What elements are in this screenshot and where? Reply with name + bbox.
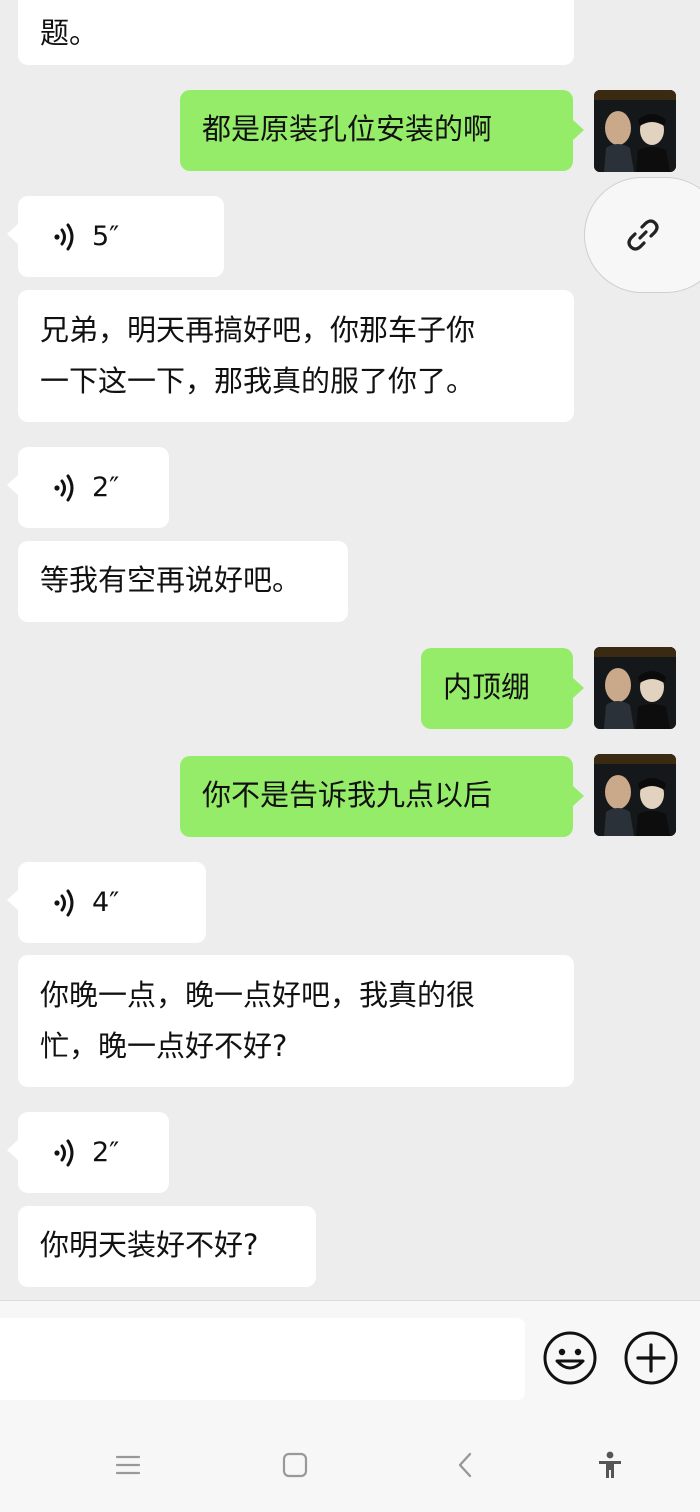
message-received[interactable]: 你明天装好不好? — [18, 1206, 316, 1287]
message-sent[interactable]: 内顶绷 — [421, 648, 584, 729]
voice-message[interactable]: 2″ — [7, 1112, 169, 1193]
avatar[interactable] — [594, 754, 676, 836]
message-text-line: 忙，晚一点好不好? — [40, 1029, 288, 1063]
message-input[interactable] — [0, 1318, 525, 1400]
voice-wave-icon — [54, 223, 74, 250]
voice-wave-icon — [54, 474, 74, 501]
voice-duration: 5″ — [92, 221, 120, 252]
home-icon[interactable] — [272, 1442, 318, 1488]
message-text: 题。 — [40, 16, 99, 50]
message-sent[interactable]: 都是原装孔位安装的啊 — [180, 90, 584, 171]
voice-wave-icon — [54, 889, 74, 916]
message-sent[interactable]: 你不是告诉我九点以后 — [180, 756, 584, 837]
voice-duration: 4″ — [92, 887, 120, 918]
menu-icon[interactable] — [105, 1442, 151, 1488]
link-icon — [627, 219, 659, 251]
message-text-line: 你晚一点，晚一点好吧，我真的很 — [40, 978, 476, 1012]
back-icon[interactable] — [442, 1442, 488, 1488]
link-button[interactable] — [584, 177, 700, 293]
message-text: 都是原装孔位安装的啊 — [202, 112, 493, 146]
message-text: 你明天装好不好? — [40, 1228, 259, 1262]
message-text: 等我有空再说好吧。 — [40, 563, 302, 597]
voice-duration: 2″ — [92, 1137, 120, 1168]
message-received[interactable]: 题。 — [18, 0, 574, 65]
emoji-icon[interactable] — [543, 1331, 597, 1385]
input-bar — [0, 1300, 700, 1415]
voice-wave-icon — [54, 1139, 74, 1166]
chat-area[interactable]: 题。 都是原装孔位安装的啊 5″ 兄弟，明天再搞好吧，你那车子你 一下这一下，那… — [0, 0, 700, 1300]
message-text: 你不是告诉我九点以后 — [202, 778, 493, 812]
voice-duration: 2″ — [92, 472, 120, 503]
system-nav-bar — [0, 1414, 700, 1512]
message-text: 内顶绷 — [443, 670, 531, 704]
message-received[interactable]: 等我有空再说好吧。 — [18, 541, 348, 622]
voice-message[interactable]: 2″ — [7, 447, 169, 528]
message-received[interactable]: 兄弟，明天再搞好吧，你那车子你 一下这一下，那我真的服了你了。 — [18, 290, 574, 422]
avatar[interactable] — [594, 90, 676, 172]
message-received[interactable]: 你晚一点，晚一点好吧，我真的很 忙，晚一点好不好? — [18, 955, 574, 1087]
message-text-line: 一下这一下，那我真的服了你了。 — [40, 364, 476, 398]
message-text-line: 兄弟，明天再搞好吧，你那车子你 — [40, 313, 476, 347]
voice-message[interactable]: 4″ — [7, 862, 206, 943]
plus-icon[interactable] — [624, 1331, 678, 1385]
avatar[interactable] — [594, 647, 676, 729]
voice-message[interactable]: 5″ — [7, 196, 224, 277]
accessibility-icon[interactable] — [587, 1442, 633, 1488]
